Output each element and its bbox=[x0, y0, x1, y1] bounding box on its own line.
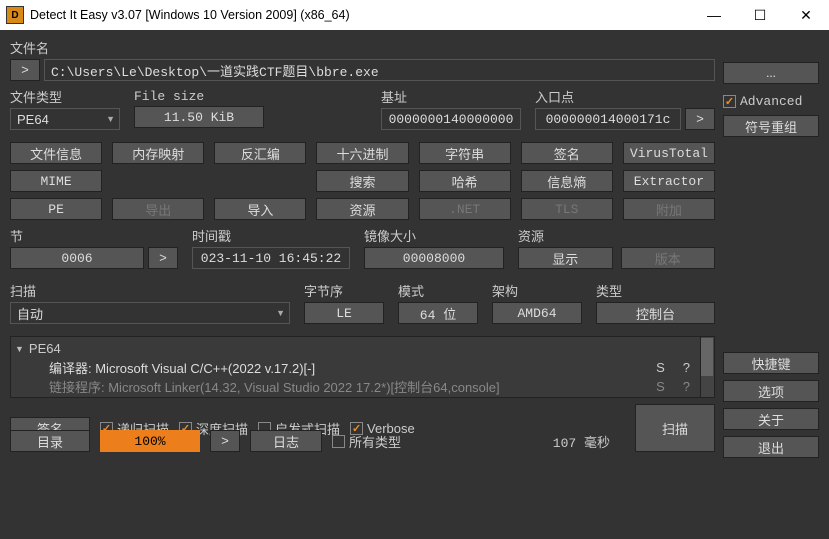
section-value[interactable]: 0006 bbox=[10, 247, 144, 269]
mode-label: 模式 bbox=[398, 281, 478, 300]
entropy-button[interactable]: 信息熵 bbox=[521, 170, 613, 192]
overlay-button[interactable]: 附加 bbox=[623, 198, 715, 220]
scrollbar[interactable] bbox=[700, 337, 714, 397]
dotnet-button[interactable]: .NET bbox=[419, 198, 511, 220]
endian-label: 字节序 bbox=[304, 281, 384, 300]
scan-button[interactable]: 扫描 bbox=[635, 404, 715, 452]
filetype-label: 文件类型 bbox=[10, 87, 120, 106]
close-button[interactable]: ✕ bbox=[783, 0, 829, 30]
maximize-button[interactable]: ☐ bbox=[737, 0, 783, 30]
entry-value[interactable]: 000000014000171c bbox=[535, 108, 681, 130]
tls-button[interactable]: TLS bbox=[521, 198, 613, 220]
more-button[interactable]: ... bbox=[723, 62, 819, 84]
history-button[interactable]: > bbox=[10, 59, 40, 81]
elapsed-label: 107 毫秒 bbox=[553, 432, 610, 451]
version-button[interactable]: 版本 bbox=[621, 247, 716, 269]
resource-show-button[interactable]: 显示 bbox=[518, 247, 613, 269]
arch-label: 架构 bbox=[492, 281, 582, 300]
entry-label: 入口点 bbox=[535, 87, 715, 106]
dir-button[interactable]: 目录 bbox=[10, 430, 90, 452]
memmap-button[interactable]: 内存映射 bbox=[112, 142, 204, 164]
section-label: 节 bbox=[10, 226, 178, 245]
scan-label: 扫描 bbox=[10, 281, 290, 300]
imagesize-value[interactable]: 00008000 bbox=[364, 247, 504, 269]
chevron-down-icon: ▼ bbox=[276, 308, 285, 318]
tree-line2: 链接程序: Microsoft Linker(14.32, Visual Stu… bbox=[49, 377, 500, 396]
timestamp-value[interactable]: 023-11-10 16:45:22 bbox=[192, 247, 350, 269]
fileinfo-button[interactable]: 文件信息 bbox=[10, 142, 102, 164]
hex-button[interactable]: 十六进制 bbox=[316, 142, 408, 164]
alltypes-check[interactable]: 所有类型 bbox=[332, 432, 401, 451]
signature-button[interactable]: 签名 bbox=[521, 142, 613, 164]
reorg-button[interactable]: 符号重组 bbox=[723, 115, 819, 137]
collapse-icon[interactable]: ▼ bbox=[15, 344, 24, 354]
import-button[interactable]: 导入 bbox=[214, 198, 306, 220]
progress-go-button[interactable]: > bbox=[210, 430, 240, 452]
progress-bar: 100% bbox=[100, 430, 200, 452]
scroll-thumb[interactable] bbox=[701, 338, 713, 376]
tree-root: PE64 bbox=[29, 341, 61, 356]
extractor-button[interactable]: Extractor bbox=[623, 170, 715, 192]
filesize-label: File size bbox=[134, 89, 264, 104]
log-button[interactable]: 日志 bbox=[250, 430, 322, 452]
mode-value[interactable]: 64 位 bbox=[398, 302, 478, 324]
tree-line1: 编译器: Microsoft Visual C/C++(2022 v.17.2)… bbox=[49, 358, 315, 377]
advanced-check[interactable]: ✓Advanced bbox=[723, 94, 819, 109]
results-tree[interactable]: ▼ PE64 编译器: Microsoft Visual C/C++(2022 v… bbox=[10, 336, 715, 398]
minimize-button[interactable]: — bbox=[691, 0, 737, 30]
disasm-button[interactable]: 反汇编 bbox=[214, 142, 306, 164]
shortcuts-button[interactable]: 快捷键 bbox=[723, 352, 819, 374]
about-button[interactable]: 关于 bbox=[723, 408, 819, 430]
arch-value[interactable]: AMD64 bbox=[492, 302, 582, 324]
section-go-button[interactable]: > bbox=[148, 247, 178, 269]
virustotal-button[interactable]: VirusTotal bbox=[623, 142, 715, 164]
chevron-down-icon: ▼ bbox=[106, 114, 115, 124]
exit-button[interactable]: 退出 bbox=[723, 436, 819, 458]
resource-label: 资源 bbox=[518, 226, 715, 245]
imagesize-label: 镜像大小 bbox=[364, 226, 504, 245]
filename-label: 文件名 bbox=[10, 38, 715, 57]
type-label: 类型 bbox=[596, 281, 715, 300]
resources-button[interactable]: 资源 bbox=[316, 198, 408, 220]
window-title: Detect It Easy v3.07 [Windows 10 Version… bbox=[30, 8, 691, 22]
entry-go-button[interactable]: > bbox=[685, 108, 715, 130]
titlebar: D Detect It Easy v3.07 [Windows 10 Versi… bbox=[0, 0, 829, 30]
endian-value[interactable]: LE bbox=[304, 302, 384, 324]
search-button[interactable]: 搜索 bbox=[316, 170, 408, 192]
type-value[interactable]: 控制台 bbox=[596, 302, 715, 324]
file-path-input[interactable]: C:\Users\Le\Desktop\一道实践CTF题目\bbre.exe bbox=[44, 59, 715, 81]
base-label: 基址 bbox=[381, 87, 521, 106]
strings-button[interactable]: 字符串 bbox=[419, 142, 511, 164]
hash-button[interactable]: 哈希 bbox=[419, 170, 511, 192]
timestamp-label: 时间戳 bbox=[192, 226, 350, 245]
pe-button[interactable]: PE bbox=[10, 198, 102, 220]
export-button[interactable]: 导出 bbox=[112, 198, 204, 220]
base-value[interactable]: 0000000140000000 bbox=[381, 108, 521, 130]
filesize-value[interactable]: 11.50 KiB bbox=[134, 106, 264, 128]
filetype-select[interactable]: PE64▼ bbox=[10, 108, 120, 130]
app-logo: D bbox=[6, 6, 24, 24]
mime-button[interactable]: MIME bbox=[10, 170, 102, 192]
scan-select[interactable]: 自动▼ bbox=[10, 302, 290, 324]
options-button[interactable]: 选项 bbox=[723, 380, 819, 402]
